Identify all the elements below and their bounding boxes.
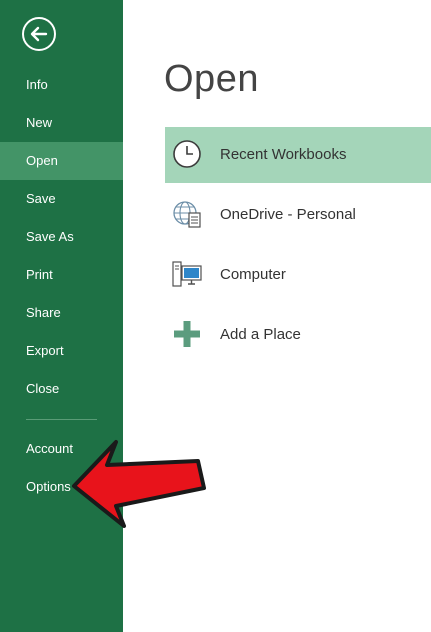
- nav-open[interactable]: Open: [0, 142, 123, 180]
- nav-save-as[interactable]: Save As: [0, 218, 123, 256]
- back-button[interactable]: [22, 17, 56, 51]
- nav-share[interactable]: Share: [0, 294, 123, 332]
- globe-document-icon: [173, 201, 201, 228]
- place-label: Computer: [220, 266, 286, 283]
- place-label: Add a Place: [220, 326, 301, 343]
- nav-close[interactable]: Close: [0, 370, 123, 408]
- clock-icon: [173, 140, 201, 168]
- nav-new[interactable]: New: [0, 104, 123, 142]
- nav-info[interactable]: Info: [0, 66, 123, 104]
- back-arrow-icon: [30, 26, 48, 42]
- plus-icon: [174, 321, 200, 347]
- place-label: Recent Workbooks: [220, 146, 347, 163]
- place-add-a-place[interactable]: Add a Place: [165, 307, 431, 363]
- nav-export[interactable]: Export: [0, 332, 123, 370]
- page-title: Open: [164, 58, 259, 100]
- backstage-sidebar: Info New Open Save Save As Print Share E…: [0, 0, 123, 632]
- computer-icon: [172, 261, 202, 287]
- nav-options[interactable]: Options: [0, 468, 123, 506]
- nav-divider: [26, 419, 97, 420]
- place-onedrive-personal[interactable]: OneDrive - Personal: [165, 187, 431, 243]
- place-label: OneDrive - Personal: [220, 206, 356, 223]
- nav-account[interactable]: Account: [0, 430, 123, 468]
- nav-save[interactable]: Save: [0, 180, 123, 218]
- place-recent-workbooks[interactable]: Recent Workbooks: [165, 127, 431, 183]
- nav-print[interactable]: Print: [0, 256, 123, 294]
- place-computer[interactable]: Computer: [165, 247, 431, 303]
